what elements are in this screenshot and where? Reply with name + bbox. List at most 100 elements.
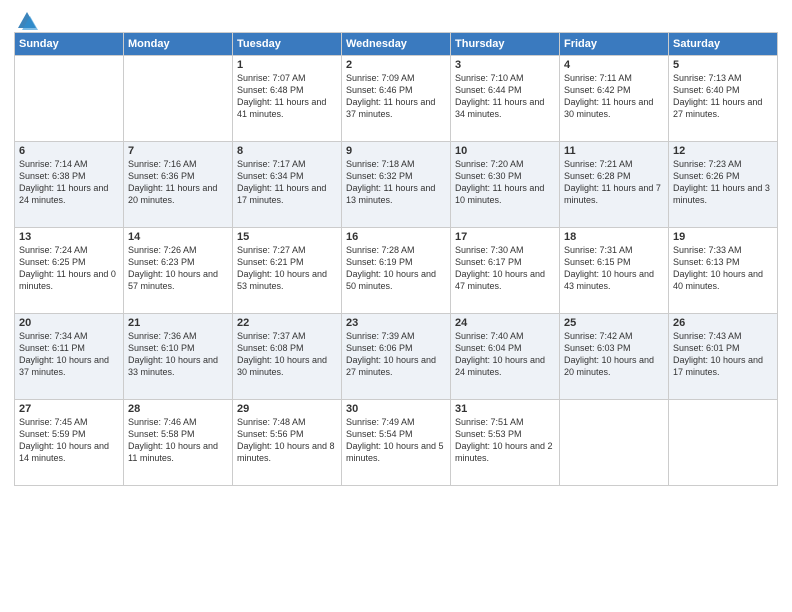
day-number: 19 <box>673 231 773 243</box>
calendar-cell: 21Sunrise: 7:36 AM Sunset: 6:10 PM Dayli… <box>124 314 233 400</box>
calendar-cell: 3Sunrise: 7:10 AM Sunset: 6:44 PM Daylig… <box>451 56 560 142</box>
weekday-header-saturday: Saturday <box>669 33 778 56</box>
calendar-cell: 22Sunrise: 7:37 AM Sunset: 6:08 PM Dayli… <box>233 314 342 400</box>
day-number: 30 <box>346 403 446 415</box>
cell-info: Sunrise: 7:28 AM Sunset: 6:19 PM Dayligh… <box>346 244 446 293</box>
day-number: 17 <box>455 231 555 243</box>
cell-info: Sunrise: 7:14 AM Sunset: 6:38 PM Dayligh… <box>19 158 119 207</box>
calendar-cell <box>15 56 124 142</box>
cell-info: Sunrise: 7:18 AM Sunset: 6:32 PM Dayligh… <box>346 158 446 207</box>
day-number: 6 <box>19 145 119 157</box>
day-number: 4 <box>564 59 664 71</box>
cell-info: Sunrise: 7:30 AM Sunset: 6:17 PM Dayligh… <box>455 244 555 293</box>
cell-info: Sunrise: 7:21 AM Sunset: 6:28 PM Dayligh… <box>564 158 664 207</box>
calendar-week-3: 13Sunrise: 7:24 AM Sunset: 6:25 PM Dayli… <box>15 228 778 314</box>
calendar-cell: 15Sunrise: 7:27 AM Sunset: 6:21 PM Dayli… <box>233 228 342 314</box>
calendar-cell: 2Sunrise: 7:09 AM Sunset: 6:46 PM Daylig… <box>342 56 451 142</box>
calendar-cell <box>124 56 233 142</box>
calendar-cell: 10Sunrise: 7:20 AM Sunset: 6:30 PM Dayli… <box>451 142 560 228</box>
calendar-week-5: 27Sunrise: 7:45 AM Sunset: 5:59 PM Dayli… <box>15 400 778 486</box>
calendar-cell: 28Sunrise: 7:46 AM Sunset: 5:58 PM Dayli… <box>124 400 233 486</box>
weekday-header-row: SundayMondayTuesdayWednesdayThursdayFrid… <box>15 33 778 56</box>
calendar-cell: 13Sunrise: 7:24 AM Sunset: 6:25 PM Dayli… <box>15 228 124 314</box>
calendar-cell: 11Sunrise: 7:21 AM Sunset: 6:28 PM Dayli… <box>560 142 669 228</box>
cell-info: Sunrise: 7:34 AM Sunset: 6:11 PM Dayligh… <box>19 330 119 379</box>
calendar-cell: 19Sunrise: 7:33 AM Sunset: 6:13 PM Dayli… <box>669 228 778 314</box>
calendar-cell <box>669 400 778 486</box>
calendar-cell: 6Sunrise: 7:14 AM Sunset: 6:38 PM Daylig… <box>15 142 124 228</box>
calendar-cell: 14Sunrise: 7:26 AM Sunset: 6:23 PM Dayli… <box>124 228 233 314</box>
day-number: 15 <box>237 231 337 243</box>
page-container: SundayMondayTuesdayWednesdayThursdayFrid… <box>0 0 792 494</box>
calendar-cell: 29Sunrise: 7:48 AM Sunset: 5:56 PM Dayli… <box>233 400 342 486</box>
calendar-cell: 20Sunrise: 7:34 AM Sunset: 6:11 PM Dayli… <box>15 314 124 400</box>
cell-info: Sunrise: 7:10 AM Sunset: 6:44 PM Dayligh… <box>455 72 555 121</box>
logo <box>14 10 38 28</box>
cell-info: Sunrise: 7:13 AM Sunset: 6:40 PM Dayligh… <box>673 72 773 121</box>
cell-info: Sunrise: 7:45 AM Sunset: 5:59 PM Dayligh… <box>19 416 119 465</box>
day-number: 7 <box>128 145 228 157</box>
calendar-cell: 26Sunrise: 7:43 AM Sunset: 6:01 PM Dayli… <box>669 314 778 400</box>
day-number: 13 <box>19 231 119 243</box>
cell-info: Sunrise: 7:39 AM Sunset: 6:06 PM Dayligh… <box>346 330 446 379</box>
day-number: 8 <box>237 145 337 157</box>
calendar-table: SundayMondayTuesdayWednesdayThursdayFrid… <box>14 32 778 486</box>
day-number: 10 <box>455 145 555 157</box>
day-number: 5 <box>673 59 773 71</box>
weekday-header-tuesday: Tuesday <box>233 33 342 56</box>
calendar-cell: 27Sunrise: 7:45 AM Sunset: 5:59 PM Dayli… <box>15 400 124 486</box>
cell-info: Sunrise: 7:31 AM Sunset: 6:15 PM Dayligh… <box>564 244 664 293</box>
day-number: 14 <box>128 231 228 243</box>
cell-info: Sunrise: 7:23 AM Sunset: 6:26 PM Dayligh… <box>673 158 773 207</box>
calendar-week-2: 6Sunrise: 7:14 AM Sunset: 6:38 PM Daylig… <box>15 142 778 228</box>
cell-info: Sunrise: 7:16 AM Sunset: 6:36 PM Dayligh… <box>128 158 228 207</box>
weekday-header-monday: Monday <box>124 33 233 56</box>
cell-info: Sunrise: 7:33 AM Sunset: 6:13 PM Dayligh… <box>673 244 773 293</box>
calendar-cell: 31Sunrise: 7:51 AM Sunset: 5:53 PM Dayli… <box>451 400 560 486</box>
cell-info: Sunrise: 7:48 AM Sunset: 5:56 PM Dayligh… <box>237 416 337 465</box>
calendar-cell: 12Sunrise: 7:23 AM Sunset: 6:26 PM Dayli… <box>669 142 778 228</box>
day-number: 9 <box>346 145 446 157</box>
calendar-week-4: 20Sunrise: 7:34 AM Sunset: 6:11 PM Dayli… <box>15 314 778 400</box>
day-number: 12 <box>673 145 773 157</box>
cell-info: Sunrise: 7:40 AM Sunset: 6:04 PM Dayligh… <box>455 330 555 379</box>
day-number: 20 <box>19 317 119 329</box>
calendar-cell: 24Sunrise: 7:40 AM Sunset: 6:04 PM Dayli… <box>451 314 560 400</box>
cell-info: Sunrise: 7:42 AM Sunset: 6:03 PM Dayligh… <box>564 330 664 379</box>
calendar-cell: 25Sunrise: 7:42 AM Sunset: 6:03 PM Dayli… <box>560 314 669 400</box>
weekday-header-sunday: Sunday <box>15 33 124 56</box>
cell-info: Sunrise: 7:46 AM Sunset: 5:58 PM Dayligh… <box>128 416 228 465</box>
calendar-cell: 4Sunrise: 7:11 AM Sunset: 6:42 PM Daylig… <box>560 56 669 142</box>
day-number: 27 <box>19 403 119 415</box>
calendar-cell: 1Sunrise: 7:07 AM Sunset: 6:48 PM Daylig… <box>233 56 342 142</box>
cell-info: Sunrise: 7:07 AM Sunset: 6:48 PM Dayligh… <box>237 72 337 121</box>
calendar-cell <box>560 400 669 486</box>
cell-info: Sunrise: 7:11 AM Sunset: 6:42 PM Dayligh… <box>564 72 664 121</box>
day-number: 22 <box>237 317 337 329</box>
calendar-cell: 16Sunrise: 7:28 AM Sunset: 6:19 PM Dayli… <box>342 228 451 314</box>
day-number: 28 <box>128 403 228 415</box>
calendar-body: 1Sunrise: 7:07 AM Sunset: 6:48 PM Daylig… <box>15 56 778 486</box>
calendar-cell: 30Sunrise: 7:49 AM Sunset: 5:54 PM Dayli… <box>342 400 451 486</box>
day-number: 18 <box>564 231 664 243</box>
cell-info: Sunrise: 7:20 AM Sunset: 6:30 PM Dayligh… <box>455 158 555 207</box>
cell-info: Sunrise: 7:09 AM Sunset: 6:46 PM Dayligh… <box>346 72 446 121</box>
day-number: 1 <box>237 59 337 71</box>
logo-icon <box>16 10 38 32</box>
calendar-cell: 18Sunrise: 7:31 AM Sunset: 6:15 PM Dayli… <box>560 228 669 314</box>
cell-info: Sunrise: 7:36 AM Sunset: 6:10 PM Dayligh… <box>128 330 228 379</box>
calendar-cell: 23Sunrise: 7:39 AM Sunset: 6:06 PM Dayli… <box>342 314 451 400</box>
day-number: 2 <box>346 59 446 71</box>
calendar-cell: 9Sunrise: 7:18 AM Sunset: 6:32 PM Daylig… <box>342 142 451 228</box>
day-number: 25 <box>564 317 664 329</box>
weekday-header-thursday: Thursday <box>451 33 560 56</box>
day-number: 24 <box>455 317 555 329</box>
calendar-cell: 8Sunrise: 7:17 AM Sunset: 6:34 PM Daylig… <box>233 142 342 228</box>
header <box>14 10 778 28</box>
cell-info: Sunrise: 7:49 AM Sunset: 5:54 PM Dayligh… <box>346 416 446 465</box>
cell-info: Sunrise: 7:51 AM Sunset: 5:53 PM Dayligh… <box>455 416 555 465</box>
cell-info: Sunrise: 7:43 AM Sunset: 6:01 PM Dayligh… <box>673 330 773 379</box>
calendar-cell: 17Sunrise: 7:30 AM Sunset: 6:17 PM Dayli… <box>451 228 560 314</box>
day-number: 11 <box>564 145 664 157</box>
day-number: 21 <box>128 317 228 329</box>
